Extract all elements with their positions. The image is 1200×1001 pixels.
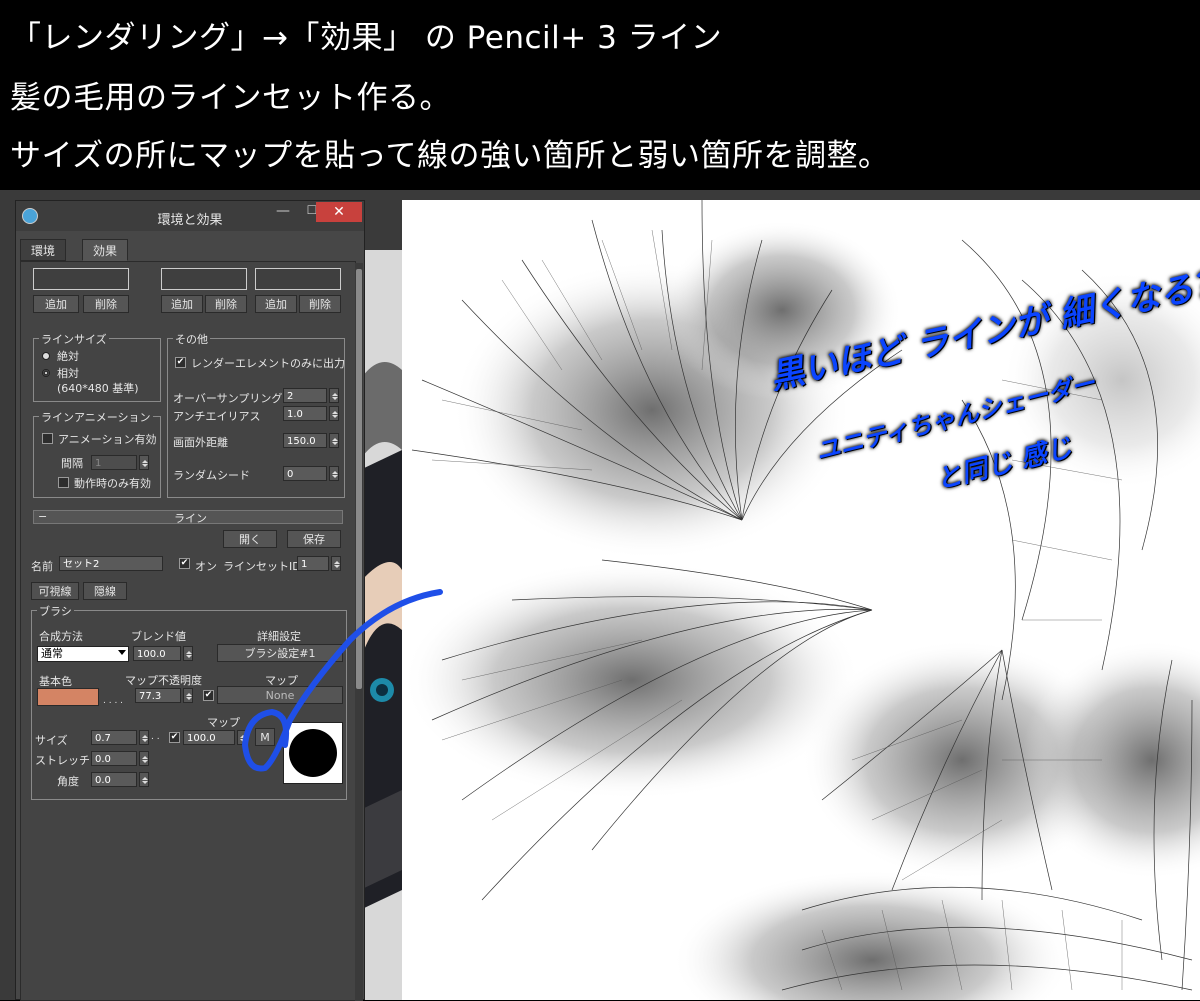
annotation-stroke xyxy=(242,589,443,772)
